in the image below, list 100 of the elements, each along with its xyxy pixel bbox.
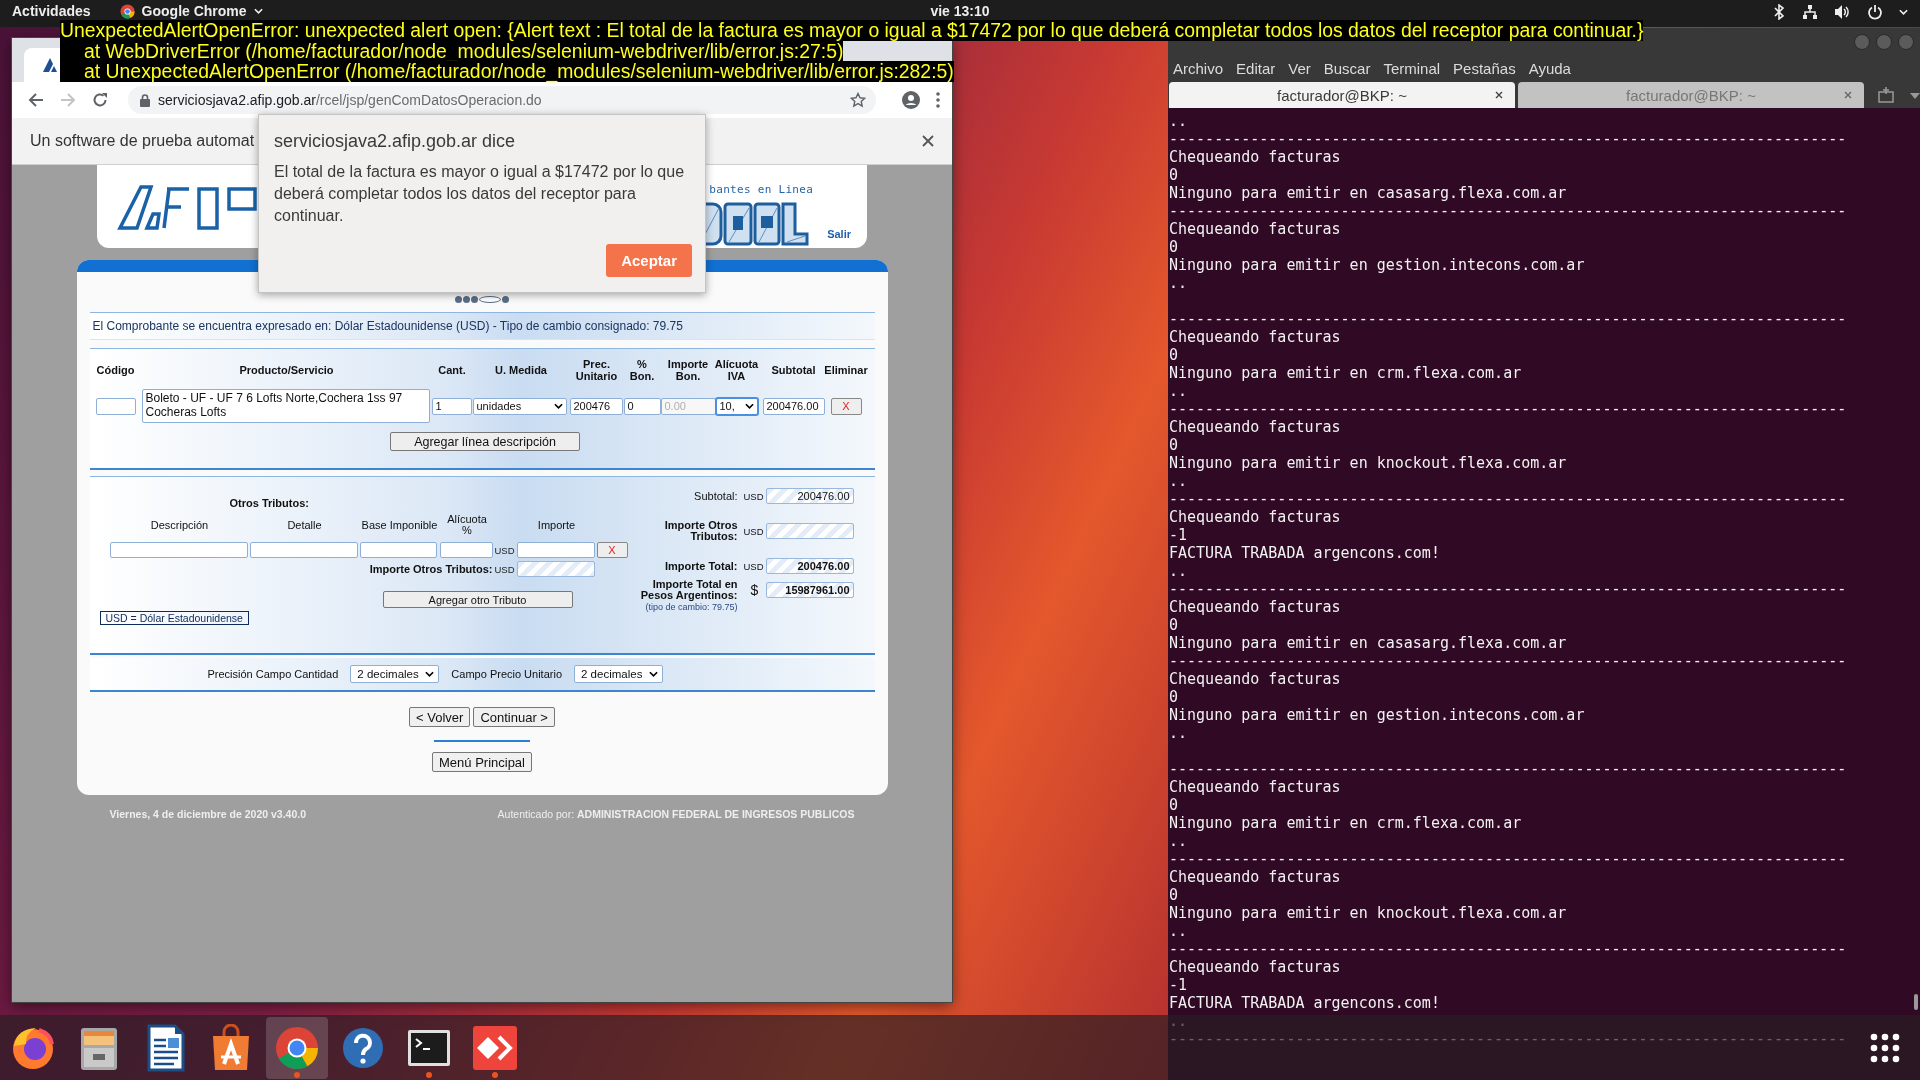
nav-button[interactable]: < Volver (409, 707, 471, 727)
dialog-message: El total de la factura es mayor o igual a $17472 por lo que deberá completar todos los datos del receptor para continuar. (274, 162, 686, 226)
terminal-line: -1 (1169, 526, 1188, 544)
terminal-line: --------------------------------------------------------------------------- (1169, 490, 1847, 508)
terminal-line: --------------------------------------------------------------------------- (1169, 850, 1847, 868)
browser-tab[interactable] (24, 48, 60, 82)
subtotal-field[interactable]: 200476.00 (762, 397, 825, 415)
quantity-field[interactable]: 1 (431, 397, 472, 415)
new-tab-icon[interactable] (1877, 86, 1895, 104)
rate-field[interactable] (439, 542, 493, 558)
menu-icon[interactable] (936, 92, 940, 108)
exchange-note: (tipo de cambio: 79.75) (644, 602, 738, 612)
column-header: Importe (537, 519, 576, 531)
column-header: Detalle (287, 519, 322, 531)
total-field: 15987961.00 (765, 582, 854, 598)
column-header: Alícuota % (446, 514, 488, 536)
delete-button[interactable]: X (596, 542, 628, 558)
add-tax-button[interactable]: Agregar otro Tributo (382, 591, 573, 608)
account-icon[interactable] (902, 91, 920, 109)
menu-item[interactable]: Pestañas (1453, 60, 1516, 77)
logout-link[interactable]: Salir (827, 228, 851, 240)
currency-label: $ (749, 582, 760, 598)
menu-item[interactable]: Archivo (1173, 60, 1224, 77)
column-header: Subtotal (771, 364, 816, 376)
back-icon[interactable] (28, 92, 44, 108)
app-grid-icon[interactable] (1870, 1032, 1900, 1063)
currency-legend: USD = Dólar Estadounidense (99, 611, 249, 625)
base-field[interactable] (359, 542, 437, 558)
column-header: Base Imponible (361, 519, 438, 531)
terminal-line: Ninguno para emitir en gestion.intecons.com.ar (1169, 706, 1585, 724)
reload-icon[interactable] (92, 92, 108, 108)
terminal-line: Ninguno para emitir en gestion.intecons.com.ar (1169, 256, 1585, 274)
volume-icon[interactable] (1834, 4, 1851, 20)
terminal-line: 0 (1169, 688, 1179, 706)
main-menu-button[interactable]: Menú Principal (432, 752, 532, 772)
currency-label: USD (743, 525, 765, 537)
field-label: Importe Otros Tributos: (369, 563, 494, 575)
description-field[interactable] (109, 542, 248, 558)
terminal-line: 0 (1169, 436, 1179, 454)
section-title: Otros Tributos: (229, 497, 309, 509)
menu-item[interactable]: Ver (1288, 60, 1311, 77)
terminal-line: 0 (1169, 796, 1179, 814)
scrollbar-thumb[interactable] (1914, 994, 1918, 1010)
triangle-logo-icon (42, 57, 58, 73)
total-field: 200476.00 (765, 558, 854, 574)
add-line-button[interactable]: Agregar línea descripción (390, 432, 580, 451)
terminal-line: .. (1169, 922, 1188, 940)
menu-item[interactable]: Terminal (1383, 60, 1441, 77)
menu-item[interactable]: Editar (1236, 60, 1276, 77)
app-menu[interactable]: Google Chrome (141, 3, 247, 19)
total-label: Importe Total en Pesos Argentinos: (639, 579, 738, 601)
dialog-title: serviciosjava2.afip.gob.ar dice (274, 130, 517, 152)
terminal-line: Chequeando facturas (1169, 598, 1341, 616)
menu-item[interactable]: Buscar (1323, 60, 1371, 77)
product-field[interactable]: Boleto - UF - UF 7 6 Lofts Norte,Cochera 1ss 97 Cocheras Lofts (141, 389, 430, 423)
address-field[interactable]: serviciosjava2.afip.gob.ar/rcel/jsp/genComDatosOperacion.do (128, 86, 876, 114)
terminal-line: Chequeando facturas (1169, 868, 1341, 886)
column-header: Eliminar (824, 364, 868, 376)
close-icon[interactable] (1495, 91, 1503, 99)
terminal-line: --------------------------------------------------------------------------- (1169, 202, 1847, 220)
price-field[interactable]: 200476 (569, 397, 623, 415)
bluetooth-icon[interactable] (1772, 4, 1786, 20)
unit-select[interactable]: unidades (472, 397, 567, 415)
menu-item[interactable]: Ayuda (1528, 60, 1571, 77)
terminal-tab[interactable]: facturador@BKP: ~ (1169, 82, 1515, 108)
precision-select[interactable]: 2 decimales (350, 665, 440, 683)
amount-field[interactable] (516, 542, 595, 558)
terminal-line: Chequeando facturas (1169, 418, 1341, 436)
round-browser-icon (119, 3, 135, 19)
close-icon[interactable] (922, 135, 934, 147)
network-icon[interactable] (1802, 4, 1818, 20)
lock-icon (140, 93, 150, 107)
field-label: Campo Precio Unitario (451, 668, 562, 680)
vat-select[interactable]: 10, (715, 397, 758, 415)
code-field[interactable] (95, 397, 136, 415)
terminal-line: 0 (1169, 166, 1179, 184)
dock-item[interactable] (266, 1016, 328, 1079)
total-label: Importe Total: (664, 560, 738, 572)
terminal-line: .. (1169, 562, 1188, 580)
caret-icon (744, 403, 754, 409)
currency-label: USD (494, 544, 516, 556)
field-label: Precisión Campo Cantidad (207, 668, 339, 680)
detail-field[interactable] (249, 542, 358, 558)
power-icon[interactable] (1867, 4, 1883, 20)
terminal-line: .. (1169, 472, 1188, 490)
caret-icon (425, 671, 435, 677)
terminal-line: 0 (1169, 238, 1179, 256)
caret-icon[interactable] (1910, 93, 1920, 99)
tagline: bantes en Linea (709, 183, 814, 196)
terminal-line: --------------------------------------------------------------------------- (1169, 940, 1847, 958)
star-icon[interactable] (850, 92, 866, 108)
terminal-line: .. (1169, 832, 1188, 850)
activities-button[interactable]: Actividades (12, 3, 91, 19)
error-text: at UnexpectedAlertOpenError (/home/facturador/node_modules/selenium-webdriver/lib/error.js:282:5) (60, 61, 954, 82)
terminal-line: FACTURA TRABADA argencons.com! (1169, 994, 1440, 1012)
discount-percent-field[interactable]: 0 (623, 397, 661, 415)
nav-button[interactable]: Continuar > (473, 707, 555, 727)
terminal-line: Ninguno para emitir en crm.flexa.com.ar (1169, 814, 1522, 832)
delete-button[interactable]: X (830, 397, 862, 415)
precision-select[interactable]: 2 decimales (574, 665, 663, 683)
